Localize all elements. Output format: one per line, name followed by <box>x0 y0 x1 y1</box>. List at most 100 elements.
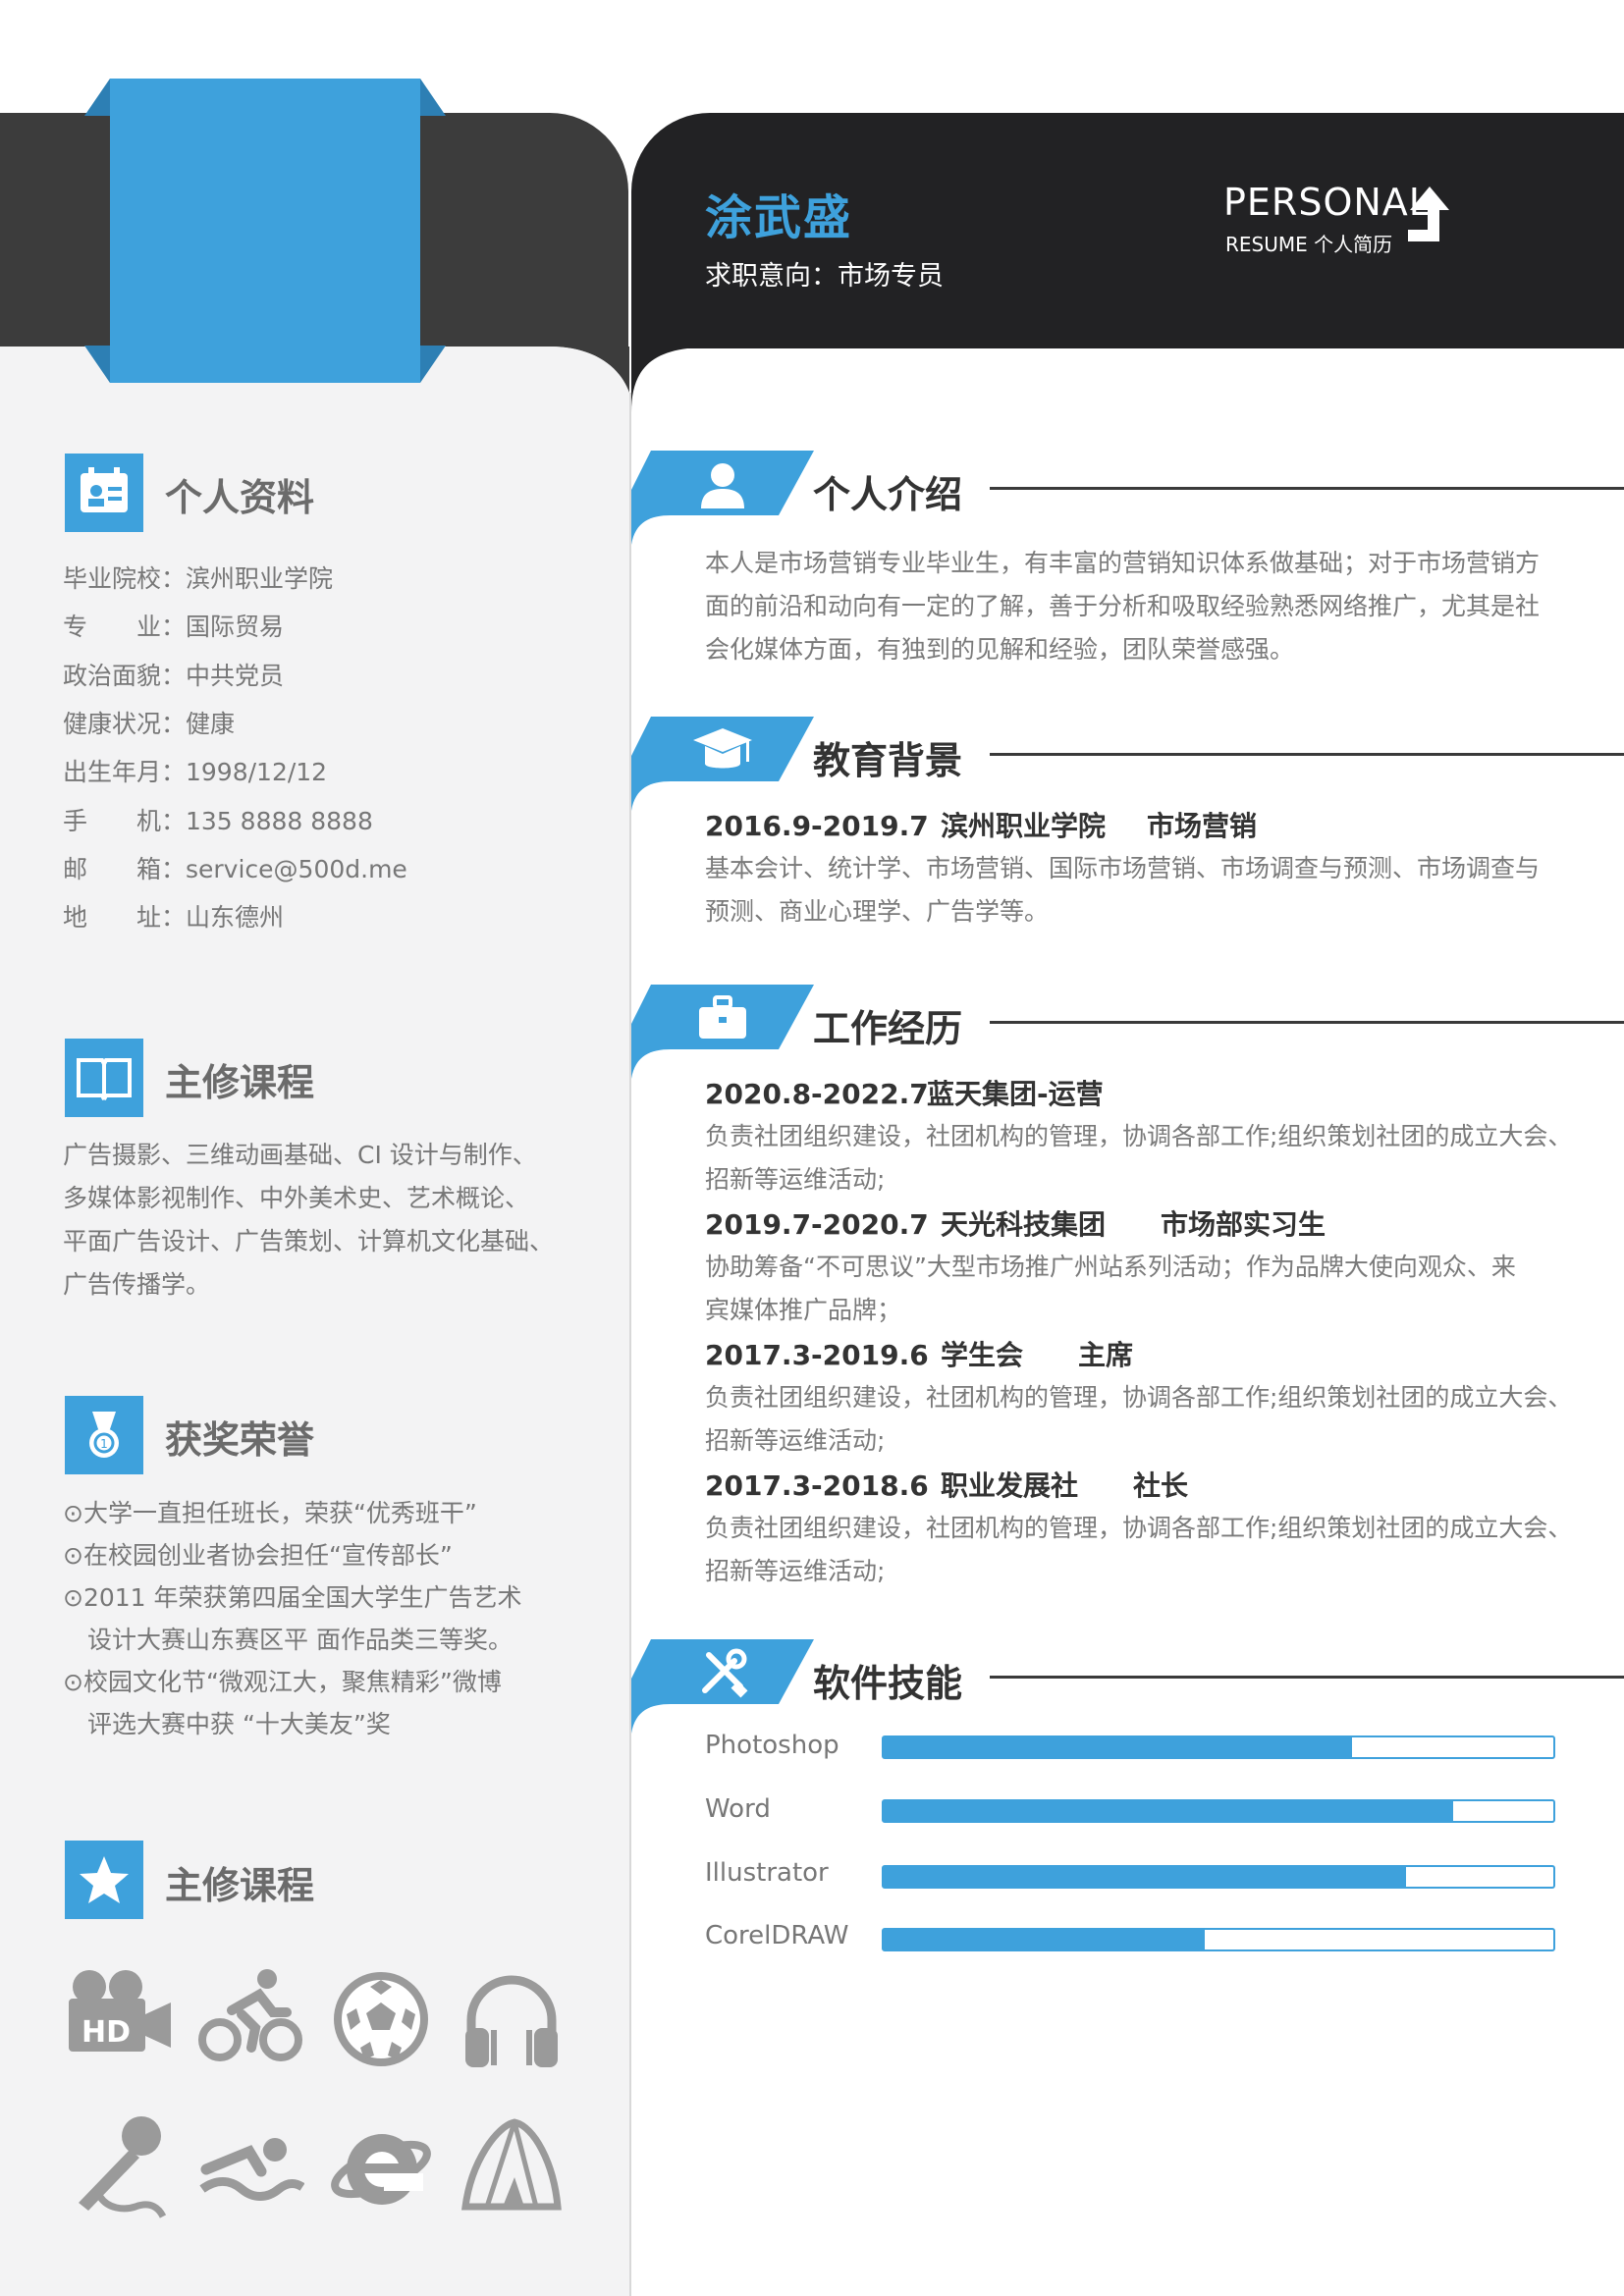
awards-list: ⊙大学一直担任班长，荣获“优秀班干” ⊙在校园创业者协会担任“宣传部长” ⊙20… <box>63 1492 522 1745</box>
job-line: 负责社团组织建设，社团机构的管理，协调各部工作;组织策划社团的成立大会、 <box>705 1122 1573 1150</box>
skill-fill <box>884 1930 1206 1949</box>
graduation-cap-icon <box>693 728 752 769</box>
star-icon <box>80 1856 129 1903</box>
job-org: 职业发展社 <box>941 1469 1079 1502</box>
profile-school: 毕业院校：滨州职业学院 <box>63 564 334 593</box>
cycling-icon <box>198 1969 302 2061</box>
education-text: 基本会计、统计学、市场营销、国际市场营销、市场调查与预测、市场调查与 预测、商业… <box>705 847 1549 934</box>
profile-address: 地 址：山东德州 <box>63 903 285 932</box>
job-desc: 负责社团组织建设，社团机构的管理，协调各部工作;组织策划社团的成立大会、 招新等… <box>705 1115 1573 1201</box>
headphones-icon <box>465 1975 558 2067</box>
job-line: 招新等运维活动; <box>705 1426 886 1455</box>
skill-fill <box>884 1737 1353 1757</box>
skill-label: Illustrator <box>705 1858 829 1888</box>
tools-icon <box>702 1648 748 1698</box>
courses-title: 主修课程 <box>165 1061 315 1104</box>
personal-title: PERSONAL <box>1223 181 1431 224</box>
job-period: 2019.7-2020.7 <box>705 1208 929 1241</box>
skill-bar <box>882 1735 1555 1759</box>
briefcase-icon <box>699 995 746 1039</box>
skill-fill <box>884 1867 1406 1887</box>
hobby-icon-box <box>65 1841 143 1919</box>
intro-line: 会化媒体方面，有独到的见解和经验，团队荣誉感强。 <box>705 635 1295 664</box>
job-line: 招新等运维活动; <box>705 1165 886 1194</box>
courses-line: 广告摄影、三维动画基础、CI 设计与制作、 <box>63 1141 537 1169</box>
profile-birth: 出生年月：1998/12/12 <box>63 758 328 786</box>
job-desc: 协助筹备“不可思议”大型市场推广州站系列活动；作为品牌大使向观众、来 宾媒体推广… <box>705 1246 1549 1332</box>
job-heading: 2017.3-2019.6 学生会 主席 <box>705 1334 1133 1373</box>
column-divider <box>629 393 631 2296</box>
candidate-name: 涂武盛 <box>705 190 853 245</box>
skill-label: Word <box>705 1794 771 1824</box>
work-rule <box>990 1021 1624 1024</box>
award-item: 评选大赛中获 “十大美友”奖 <box>63 1710 391 1738</box>
job-org: 蓝天集团-运营 <box>927 1078 1104 1110</box>
singing-icon <box>79 2116 167 2218</box>
internet-explorer-icon <box>331 2134 431 2205</box>
intro-text: 本人是市场营销专业毕业生，有丰富的营销知识体系做基础；对于市场营销方 面的前沿和… <box>705 542 1549 671</box>
education-heading: 2016.9-2019.7 滨州职业学院 市场营销 <box>705 805 1257 844</box>
profile-icon-box <box>65 454 143 532</box>
intro-line: 面的前沿和动向有一定的了解，善于分析和吸取经验熟悉网络推广，尤其是社 <box>705 592 1541 620</box>
profile-politics: 政治面貌：中共党员 <box>63 662 285 690</box>
skill-label: CorelDRAW <box>705 1921 849 1950</box>
job-heading: 2019.7-2020.7 天光科技集团 市场部实习生 <box>705 1203 1326 1243</box>
award-item: ⊙2011 年荣获第四届全国大学生广告艺术 <box>63 1583 522 1612</box>
job-line: 招新等运维活动; <box>705 1557 886 1585</box>
job-period: 2017.3-2018.6 <box>705 1469 929 1502</box>
edu-line: 预测、商业心理学、广告学等。 <box>705 897 1050 926</box>
job-line: 负责社团组织建设，社团机构的管理，协调各部工作;组织策划社团的成立大会、 <box>705 1514 1573 1542</box>
job-org: 天光科技集团 <box>941 1208 1107 1241</box>
profile-email: 邮 箱：service@500d.me <box>63 855 407 883</box>
education-rule <box>990 753 1624 756</box>
job-line: 宾媒体推广品牌； <box>705 1296 902 1324</box>
user-icon <box>701 463 744 508</box>
job-role: 社长 <box>1133 1469 1189 1502</box>
arrow-up-icon <box>1408 187 1449 241</box>
job-line: 负责社团组织建设，社团机构的管理，协调各部工作;组织策划社团的成立大会、 <box>705 1383 1573 1412</box>
award-item: ⊙校园文化节“微观江大，聚焦精彩”微博 <box>63 1668 502 1696</box>
job-period: 2017.3-2019.6 <box>705 1339 929 1371</box>
tent-icon <box>461 2118 562 2211</box>
medal-icon: 1 <box>89 1412 119 1458</box>
awards-title: 获奖荣誉 <box>165 1418 315 1462</box>
intro-line: 本人是市场营销专业毕业生，有丰富的营销知识体系做基础；对于市场营销方 <box>705 549 1541 577</box>
resume-subtitle: RESUME 个人简历 <box>1225 233 1393 256</box>
profile-health: 健康状况：健康 <box>63 710 236 738</box>
hobby-title: 主修课程 <box>165 1864 315 1907</box>
job-heading: 2017.3-2018.6 职业发展社 社长 <box>705 1465 1188 1504</box>
profile-phone: 手 机：135 8888 8888 <box>63 807 373 835</box>
skill-fill <box>884 1801 1453 1821</box>
courses-line: 平面广告设计、广告策划、计算机文化基础、 <box>63 1227 555 1255</box>
intro-rule <box>990 487 1624 490</box>
award-item: ⊙在校园创业者协会担任“宣传部长” <box>63 1541 453 1570</box>
football-icon <box>334 1972 428 2066</box>
award-item: 设计大赛山东赛区平 面作品类三等奖。 <box>63 1626 513 1654</box>
edu-period: 2016.9-2019.7 <box>705 810 929 842</box>
job-role: 市场部实习生 <box>1161 1208 1326 1241</box>
job-period: 2020.8-2022.7 <box>705 1078 929 1110</box>
skill-bar <box>882 1928 1555 1951</box>
education-title: 教育背景 <box>813 739 963 782</box>
swimming-icon <box>199 2138 304 2201</box>
intro-title: 个人介绍 <box>813 473 963 516</box>
profile-photo <box>110 79 420 383</box>
edu-school: 滨州职业学院 <box>941 810 1107 842</box>
svg-text:HD: HD <box>81 2015 131 2050</box>
skill-bar <box>882 1799 1555 1823</box>
courses-line: 多媒体影视制作、中外美术史、艺术概论、 <box>63 1184 530 1212</box>
edu-major: 市场营销 <box>1147 810 1258 842</box>
job-heading: 2020.8-2022.7蓝天集团-运营 <box>705 1073 1104 1112</box>
id-card-icon <box>81 467 128 512</box>
hd-camera-icon: HD <box>69 1970 171 2052</box>
job-line: 协助筹备“不可思议”大型市场推广州站系列活动；作为品牌大使向观众、来 <box>705 1253 1516 1281</box>
job-role: 主席 <box>1078 1339 1134 1371</box>
courses-text: 广告摄影、三维动画基础、CI 设计与制作、 多媒体影视制作、中外美术史、艺术概论… <box>63 1134 554 1307</box>
book-icon <box>77 1058 132 1100</box>
edu-line: 基本会计、统计学、市场营销、国际市场营销、市场调查与预测、市场调查与 <box>705 854 1541 882</box>
profile-major: 专 业：国际贸易 <box>63 613 285 641</box>
profile-title: 个人资料 <box>165 476 315 519</box>
svg-text:1: 1 <box>100 1437 108 1451</box>
skills-rule <box>990 1676 1624 1679</box>
job-desc: 负责社团组织建设，社团机构的管理，协调各部工作;组织策划社团的成立大会、 招新等… <box>705 1507 1573 1593</box>
